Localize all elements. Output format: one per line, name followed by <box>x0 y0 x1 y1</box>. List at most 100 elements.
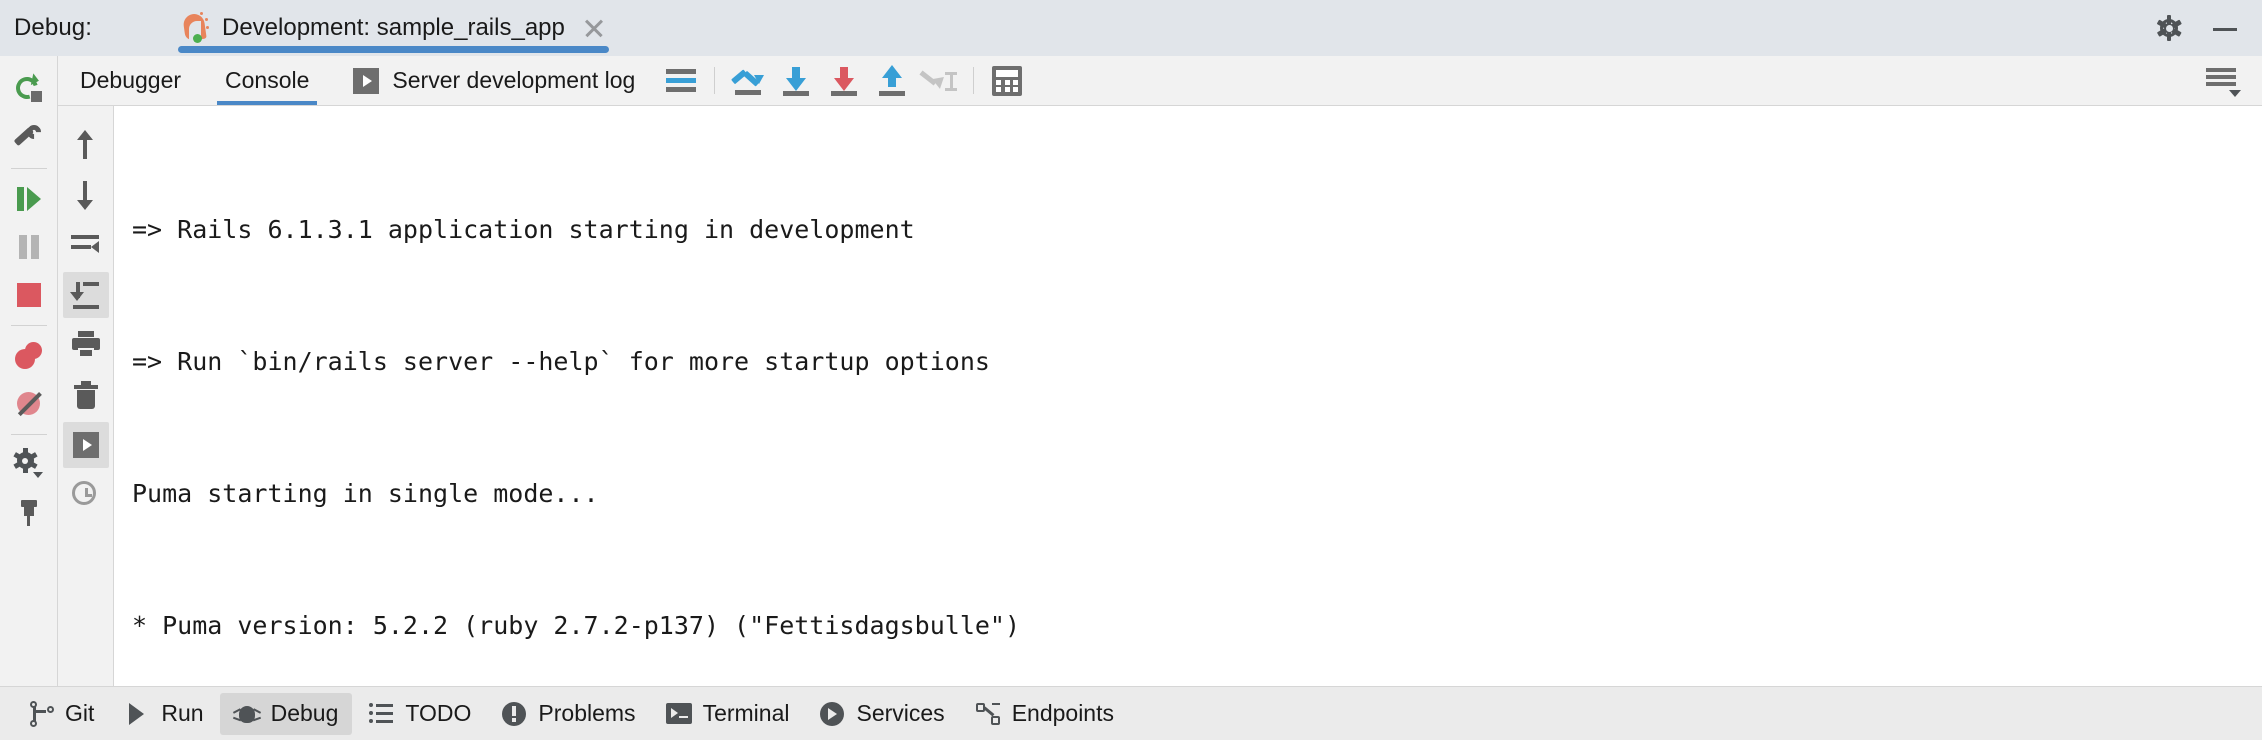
git-branch-icon <box>28 700 54 727</box>
breakpoints-icon <box>14 341 44 371</box>
statusbar-item-services[interactable]: Services <box>805 693 958 735</box>
statusbar-item-run[interactable]: Run <box>110 693 217 735</box>
statusbar-label-services: Services <box>856 700 945 726</box>
gear-icon[interactable] <box>2154 13 2184 43</box>
step-into-cursor-icon <box>919 66 960 96</box>
run-tab-title: Development: sample_rails_app <box>222 14 565 41</box>
pin-icon <box>15 499 43 527</box>
resume-icon <box>14 185 44 213</box>
scroll-to-stacktrace-end-button[interactable] <box>724 56 772 105</box>
rail-divider <box>10 434 47 435</box>
console-line: => Run `bin/rails server --help` for mor… <box>132 347 990 376</box>
mute-breakpoints-icon <box>14 389 44 419</box>
titlebar: Debug: Development: sample_rails_app <box>0 0 2262 56</box>
soft-wrap-icon <box>70 233 101 257</box>
step-down-button[interactable] <box>772 56 820 105</box>
clock-icon <box>71 480 101 510</box>
debug-toolbar-rail <box>0 56 58 686</box>
statusbar-item-todo[interactable]: TODO <box>354 693 485 735</box>
arrow-down-red-icon <box>827 66 861 96</box>
pin-tab-button[interactable] <box>7 489 51 537</box>
statusbar-label-git: Git <box>65 700 95 726</box>
tab-server-development-log[interactable]: Server development log <box>331 56 657 105</box>
soft-wrap-icon <box>666 68 697 94</box>
console-tabrow: Debugger Console Server development log <box>58 56 2262 106</box>
console-line: * Puma version: 5.2.2 (ruby 2.7.2-p137) … <box>132 611 1021 640</box>
run-console-button[interactable] <box>62 422 109 468</box>
run-triangle-icon <box>124 701 150 727</box>
edit-configuration-button[interactable] <box>7 114 51 162</box>
statusbar-item-git[interactable]: Git <box>14 693 108 735</box>
console-view-options-button[interactable] <box>2198 66 2246 97</box>
statusbar: Git Run Debug TODO Problems Terminal Ser… <box>0 686 2262 740</box>
statusbar-item-terminal[interactable]: Terminal <box>652 693 804 735</box>
statusbar-item-endpoints[interactable]: Endpoints <box>961 693 1128 735</box>
body: Debugger Console Server development log <box>0 56 2262 686</box>
scroll-zigzag-icon <box>731 67 765 95</box>
close-icon[interactable] <box>581 15 607 41</box>
console-output[interactable]: => Rails 6.1.3.1 application starting in… <box>114 106 2262 686</box>
tab-debugger[interactable]: Debugger <box>58 56 203 105</box>
pause-icon <box>15 233 43 261</box>
print-button[interactable] <box>63 322 109 368</box>
mute-breakpoints-button[interactable] <box>7 380 51 428</box>
tabrow-right-actions <box>2198 56 2262 105</box>
services-play-icon <box>819 701 845 727</box>
console-line: => Rails 6.1.3.1 application starting in… <box>132 215 915 244</box>
step-up-button[interactable] <box>868 56 916 105</box>
arrow-up-blue-icon <box>875 64 909 96</box>
statusbar-item-debug[interactable]: Debug <box>219 692 353 735</box>
clear-all-button[interactable] <box>63 372 109 418</box>
step-down-red-button[interactable] <box>820 56 868 105</box>
printer-icon <box>71 331 101 359</box>
pause-program-button[interactable] <box>7 223 51 271</box>
debug-bug-icon <box>232 701 261 727</box>
arrow-up-icon <box>73 130 99 160</box>
view-breakpoints-button[interactable] <box>7 332 51 380</box>
statusbar-label-todo: TODO <box>405 700 472 726</box>
arrow-down-blue-icon <box>779 66 813 96</box>
statusbar-label-terminal: Terminal <box>702 700 790 726</box>
show-as-table-button[interactable] <box>983 56 1031 105</box>
gear-dropdown-icon <box>13 448 44 480</box>
rail-divider <box>10 325 47 326</box>
tab-server-log-label: Server development log <box>392 67 636 93</box>
tab-console[interactable]: Console <box>203 56 331 105</box>
problems-warning-icon <box>501 701 527 727</box>
run-configuration-tab[interactable]: Development: sample_rails_app <box>176 0 611 56</box>
scroll-to-end-icon <box>69 281 101 309</box>
todo-list-icon <box>368 701 394 727</box>
rerun-button[interactable] <box>7 66 51 114</box>
scroll-to-end-button[interactable] <box>62 272 109 318</box>
down-arrow-button[interactable] <box>63 172 109 218</box>
endpoints-icon <box>975 701 1001 727</box>
stop-button[interactable] <box>7 271 51 319</box>
console-line: Puma starting in single mode... <box>132 479 599 508</box>
minimize-icon[interactable] <box>2210 13 2240 43</box>
toolbar-divider <box>714 67 716 94</box>
ide-debug-window: Debug: Development: sample_rails_app Deb… <box>0 0 2262 740</box>
settings-button[interactable] <box>7 441 51 489</box>
resume-program-button[interactable] <box>7 175 51 223</box>
console-area: => Rails 6.1.3.1 application starting in… <box>58 106 2262 686</box>
wrench-icon <box>13 122 44 153</box>
grid-table-icon <box>992 65 1023 96</box>
up-arrow-button[interactable] <box>63 122 109 168</box>
console-run-icon <box>72 432 99 458</box>
soft-wrap-button[interactable] <box>63 222 109 268</box>
tab-debugger-label: Debugger <box>80 67 182 93</box>
history-button[interactable] <box>63 472 109 518</box>
arrow-down-icon <box>73 180 99 210</box>
console-lines-dropdown-icon <box>2205 66 2241 97</box>
debug-label: Debug: <box>14 14 92 41</box>
statusbar-label-run: Run <box>161 700 204 726</box>
rerun-icon <box>11 73 44 105</box>
stop-icon <box>16 283 41 307</box>
soft-wrap-button[interactable] <box>657 56 705 105</box>
statusbar-item-problems[interactable]: Problems <box>487 693 649 735</box>
step-into-disabled-button <box>916 56 964 105</box>
console-run-icon <box>353 67 380 94</box>
statusbar-label-debug: Debug <box>270 700 339 726</box>
statusbar-label-problems: Problems <box>538 700 636 726</box>
tab-console-label: Console <box>225 67 310 93</box>
